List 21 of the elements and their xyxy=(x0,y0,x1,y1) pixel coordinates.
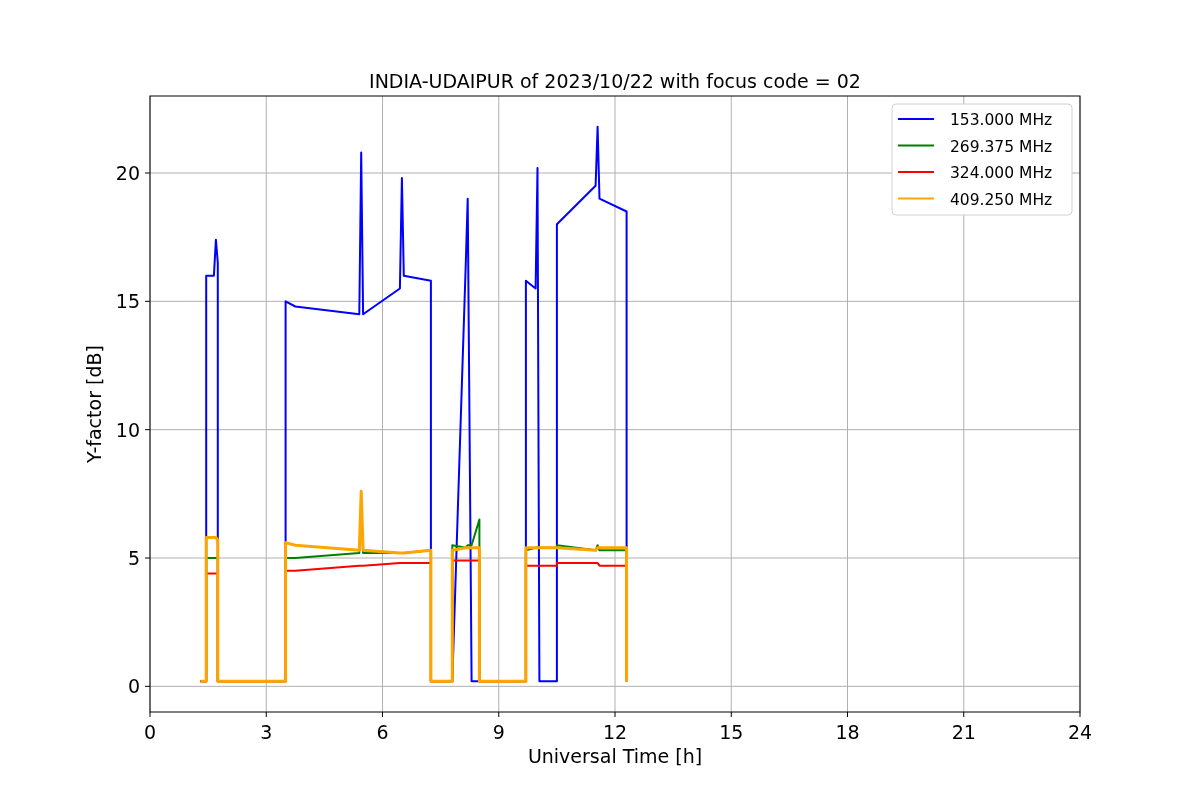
legend-label: 153.000 MHz xyxy=(950,111,1053,129)
axis-tick-label: 3 xyxy=(260,721,273,743)
legend-label: 324.000 MHz xyxy=(950,164,1053,182)
legend-label: 409.250 MHz xyxy=(950,190,1053,209)
axis-tick-label: 21 xyxy=(951,721,976,743)
axis-tick-label: 10 xyxy=(115,418,140,441)
axis-tick-label: 15 xyxy=(719,721,744,743)
x-axis-label: Universal Time [h] xyxy=(527,745,703,767)
axis-tick-label: 18 xyxy=(835,721,860,743)
chart-title: INDIA-UDAIPUR of 2023/10/22 with focus code = 02 xyxy=(369,70,861,92)
axis-tick-label: 5 xyxy=(127,547,140,569)
axis-tick-label: 20 xyxy=(115,162,140,184)
legend-label: 269.375 MHz xyxy=(950,137,1053,156)
axis-tick-label: 6 xyxy=(376,721,389,743)
y-axis-label: Y-factor [dB] xyxy=(83,345,105,463)
axis-tick-label: 12 xyxy=(602,721,628,743)
axis-tick-label: 9 xyxy=(492,721,505,743)
axis-tick-label: 0 xyxy=(127,675,140,698)
axis-tick-label: 15 xyxy=(115,290,140,313)
axis-tick-label: 0 xyxy=(143,721,157,743)
axis-tick-label: 24 xyxy=(1067,721,1093,743)
